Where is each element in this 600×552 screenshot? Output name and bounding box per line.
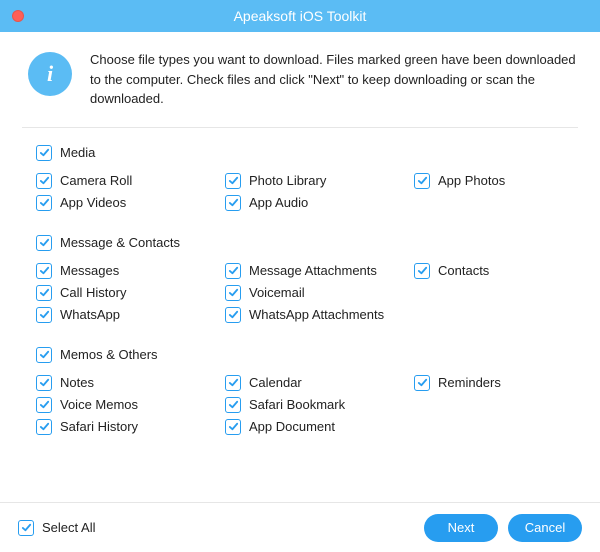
checkbox-label: WhatsApp Attachments: [249, 307, 384, 322]
checkbox-icon: [414, 173, 430, 189]
checkbox-voicemail[interactable]: Voicemail: [225, 282, 414, 304]
checkbox-icon: [36, 397, 52, 413]
checkbox-icon: [36, 375, 52, 391]
checkbox-icon: [225, 307, 241, 323]
titlebar: Apeaksoft iOS Toolkit: [0, 0, 600, 32]
cancel-button[interactable]: Cancel: [508, 514, 582, 542]
checkbox-call-history[interactable]: Call History: [36, 282, 225, 304]
checkbox-icon: [225, 285, 241, 301]
checkbox-label: Safari Bookmark: [249, 397, 345, 412]
checkbox-app-audio[interactable]: App Audio: [225, 192, 414, 214]
checkbox-label: Message Attachments: [249, 263, 377, 278]
checkbox-safari-bookmark[interactable]: Safari Bookmark: [225, 394, 414, 416]
close-icon[interactable]: [12, 10, 24, 22]
checkbox-media[interactable]: Media: [36, 142, 564, 164]
checkbox-camera-roll[interactable]: Camera Roll: [36, 170, 225, 192]
group-memos-others: Memos & Others Notes Calendar Reminders Voic…: [36, 344, 564, 438]
checkbox-label: Message & Contacts: [60, 235, 180, 250]
checkbox-contacts[interactable]: Contacts: [414, 260, 564, 282]
footer-bar: Select All Next Cancel: [0, 502, 600, 552]
checkbox-label: App Document: [249, 419, 335, 434]
checkbox-label: Contacts: [438, 263, 489, 278]
checkbox-app-videos[interactable]: App Videos: [36, 192, 225, 214]
checkbox-icon: [225, 419, 241, 435]
checkbox-label: Memos & Others: [60, 347, 158, 362]
checkbox-icon: [36, 195, 52, 211]
checkbox-voice-memos[interactable]: Voice Memos: [36, 394, 225, 416]
checkbox-app-document[interactable]: App Document: [225, 416, 414, 438]
window-title: Apeaksoft iOS Toolkit: [0, 8, 600, 24]
checkbox-label: Messages: [60, 263, 119, 278]
checkbox-icon: [225, 397, 241, 413]
checkbox-label: Camera Roll: [60, 173, 132, 188]
checkbox-reminders[interactable]: Reminders: [414, 372, 564, 394]
checkbox-icon: [36, 263, 52, 279]
checkbox-label: App Videos: [60, 195, 126, 210]
checkbox-icon: [225, 173, 241, 189]
checkbox-messages[interactable]: Messages: [36, 260, 225, 282]
checkbox-whatsapp-attachments[interactable]: WhatsApp Attachments: [225, 304, 414, 326]
checkbox-icon: [225, 195, 241, 211]
checkbox-icon: [36, 235, 52, 251]
checkbox-label: Voicemail: [249, 285, 305, 300]
checkbox-label: Safari History: [60, 419, 138, 434]
checkbox-icon: [36, 347, 52, 363]
checkbox-label: Media: [60, 145, 95, 160]
checkbox-label: Photo Library: [249, 173, 326, 188]
checkbox-label: Calendar: [249, 375, 302, 390]
checkbox-notes[interactable]: Notes: [36, 372, 225, 394]
group-media: Media Camera Roll Photo Library App Photos A…: [36, 142, 564, 214]
checkbox-app-photos[interactable]: App Photos: [414, 170, 564, 192]
checkbox-safari-history[interactable]: Safari History: [36, 416, 225, 438]
checkbox-icon: [36, 307, 52, 323]
checkbox-icon: [36, 419, 52, 435]
checkbox-memos-others[interactable]: Memos & Others: [36, 344, 564, 366]
checkbox-photo-library[interactable]: Photo Library: [225, 170, 414, 192]
checkbox-icon: [414, 263, 430, 279]
select-all-checkbox[interactable]: Select All: [18, 517, 95, 539]
info-banner: i Choose file types you want to download…: [22, 50, 578, 128]
checkbox-label: Voice Memos: [60, 397, 138, 412]
checkbox-message-contacts[interactable]: Message & Contacts: [36, 232, 564, 254]
group-message-contacts: Message & Contacts Messages Message Attach…: [36, 232, 564, 326]
info-icon: i: [28, 52, 72, 96]
checkbox-calendar[interactable]: Calendar: [225, 372, 414, 394]
checkbox-icon: [414, 375, 430, 391]
checkbox-label: WhatsApp: [60, 307, 120, 322]
checkbox-icon: [18, 520, 34, 536]
checkbox-icon: [36, 173, 52, 189]
checkbox-icon: [225, 263, 241, 279]
checkbox-label: App Audio: [249, 195, 308, 210]
checkbox-icon: [36, 285, 52, 301]
info-text: Choose file types you want to download. …: [90, 50, 578, 109]
checkbox-label: App Photos: [438, 173, 505, 188]
select-all-label: Select All: [42, 520, 95, 535]
checkbox-label: Reminders: [438, 375, 501, 390]
checkbox-label: Call History: [60, 285, 126, 300]
checkbox-whatsapp[interactable]: WhatsApp: [36, 304, 225, 326]
next-button[interactable]: Next: [424, 514, 498, 542]
checkbox-icon: [36, 145, 52, 161]
checkbox-label: Notes: [60, 375, 94, 390]
checkbox-message-attachments[interactable]: Message Attachments: [225, 260, 414, 282]
checkbox-icon: [225, 375, 241, 391]
